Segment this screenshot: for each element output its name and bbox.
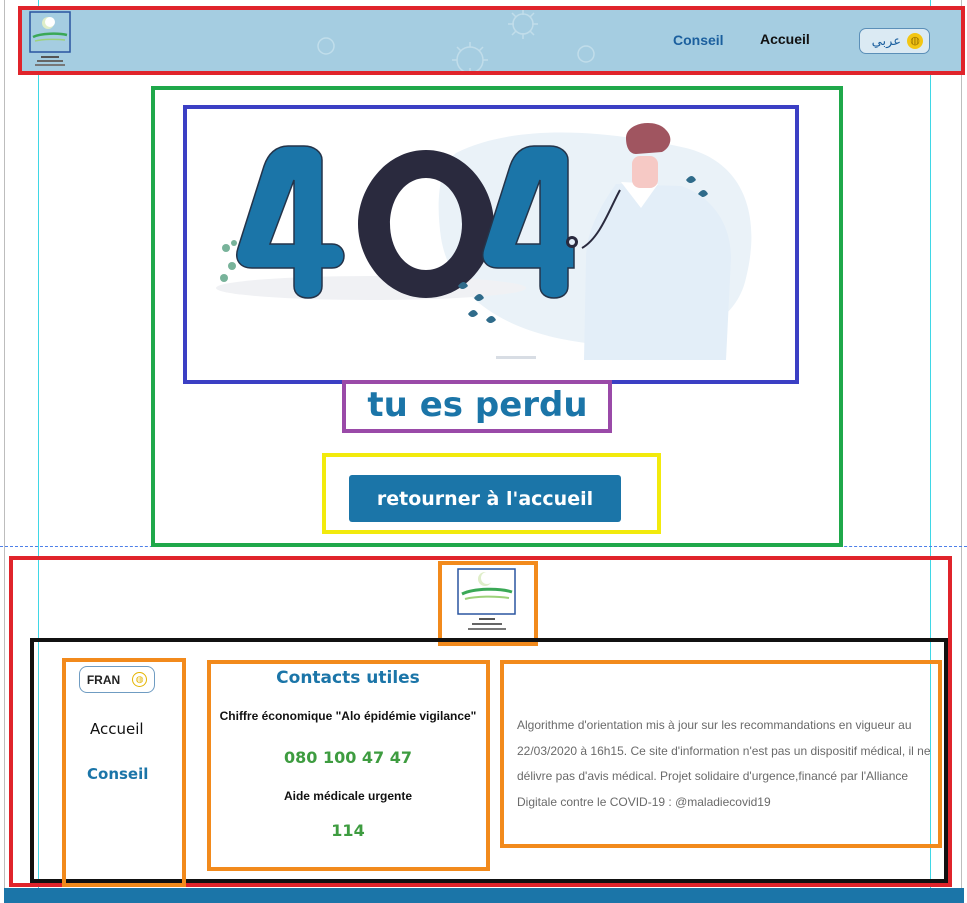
contact-label: Chiffre économique "Alo épidémie vigilan… <box>219 709 477 723</box>
404-illustration <box>186 108 796 382</box>
contact-phone-number[interactable]: 114 <box>210 821 486 840</box>
layout-guide-section <box>0 546 967 547</box>
nav-accueil-link[interactable]: Accueil <box>760 31 810 47</box>
lost-message: tu es perdu <box>367 385 588 425</box>
contacts-title: Contacts utiles <box>276 668 420 688</box>
return-home-button[interactable]: retourner à l'accueil <box>349 475 621 522</box>
bottom-bar <box>4 888 964 903</box>
language-switch-arabic-button[interactable]: عربي ◍ <box>859 28 930 54</box>
header-logo-icon <box>29 11 71 66</box>
disclaimer-text: Algorithme d'orientation mis à jour sur … <box>517 718 931 809</box>
contact-phone-number[interactable]: 080 100 47 47 <box>210 748 486 767</box>
virus-background-decoration <box>317 9 595 74</box>
language-label: FRAN <box>86 672 121 687</box>
contact-label: Aide médicale urgente <box>283 789 413 803</box>
globe-icon: ◍ <box>907 33 923 49</box>
site-header: Conseil Accueil عربي ◍ <box>18 6 965 75</box>
404-doctor-illustration-icon <box>216 123 752 360</box>
footer-conseil-link[interactable]: Conseil <box>87 765 148 783</box>
nav-conseil-link[interactable]: Conseil <box>673 32 724 48</box>
layout-guide-left <box>38 0 39 903</box>
globe-icon: ◍ <box>132 672 148 687</box>
language-label: عربي <box>871 33 901 49</box>
footer-accueil-link[interactable]: Accueil <box>90 720 144 738</box>
footer-logo-icon <box>457 568 516 630</box>
language-switch-french-button[interactable]: FRAN ◍ <box>79 666 155 693</box>
